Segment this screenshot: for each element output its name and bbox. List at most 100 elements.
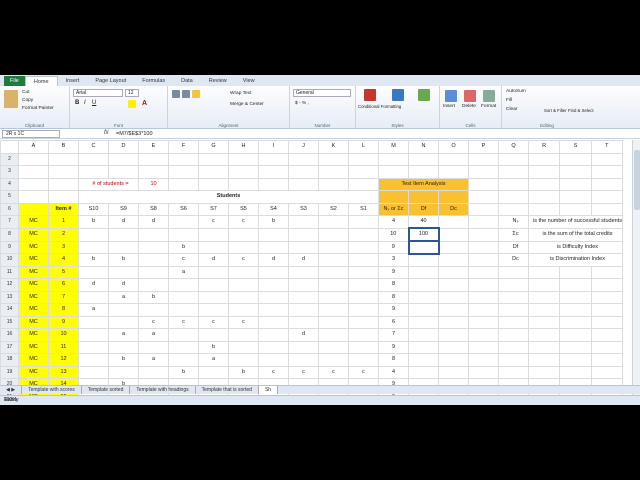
answer-cell[interactable]: d <box>108 215 139 229</box>
column-header[interactable]: R <box>527 140 561 154</box>
answer-cell[interactable] <box>78 328 109 342</box>
answer-cell[interactable] <box>228 328 259 342</box>
column-header[interactable]: C <box>78 140 109 154</box>
analysis-title[interactable]: Test Item Analysis <box>378 177 469 191</box>
cell[interactable] <box>468 165 499 179</box>
answer-cell[interactable] <box>228 265 259 279</box>
cell[interactable] <box>498 353 529 367</box>
format-cells-icon[interactable] <box>483 90 495 102</box>
answer-cell[interactable] <box>258 278 289 292</box>
column-header[interactable]: I <box>258 140 289 154</box>
answer-cell[interactable] <box>348 278 379 292</box>
ns-cell[interactable]: 7 <box>378 328 409 342</box>
answer-cell[interactable] <box>168 227 199 242</box>
merge-center-button[interactable]: Merge & Center <box>230 102 264 107</box>
answer-cell[interactable] <box>198 240 229 254</box>
df-cell[interactable] <box>408 340 439 354</box>
insert-button[interactable]: Insert <box>443 104 455 109</box>
cell[interactable] <box>468 328 499 342</box>
answer-cell[interactable] <box>258 265 289 279</box>
cell[interactable] <box>559 328 592 342</box>
cell[interactable] <box>498 328 529 342</box>
dc-cell[interactable] <box>438 290 469 304</box>
answer-cell[interactable] <box>228 353 259 367</box>
column-header[interactable]: H <box>228 140 259 154</box>
sheet-nav-arrows[interactable]: ◀ ▶ <box>0 386 23 394</box>
cell[interactable] <box>527 365 561 379</box>
cell[interactable] <box>527 165 561 179</box>
select-all-corner[interactable] <box>0 140 19 154</box>
answer-cell[interactable] <box>108 227 139 242</box>
cell[interactable] <box>559 278 592 292</box>
answer-cell[interactable]: c <box>228 215 259 229</box>
copy-button[interactable]: Copy <box>22 98 33 103</box>
answer-cell[interactable] <box>198 278 229 292</box>
cell[interactable] <box>590 265 623 279</box>
cell[interactable] <box>559 202 592 216</box>
fill-color-icon[interactable] <box>128 100 136 108</box>
answer-cell[interactable]: a <box>198 353 229 367</box>
column-header[interactable]: P <box>468 140 499 154</box>
df-cell[interactable] <box>408 278 439 292</box>
students-header[interactable]: Students <box>78 190 379 204</box>
item-type-cell[interactable]: MC <box>18 353 49 367</box>
cell[interactable] <box>498 340 529 354</box>
align-bottom-icon[interactable] <box>192 90 200 98</box>
answer-cell[interactable] <box>348 253 379 267</box>
cell[interactable] <box>468 278 499 292</box>
answer-cell[interactable] <box>288 240 319 254</box>
align-middle-icon[interactable] <box>182 90 190 98</box>
cell[interactable] <box>18 202 49 216</box>
fx-icon[interactable]: fx <box>104 130 109 136</box>
df-cell[interactable] <box>408 353 439 367</box>
row-header[interactable]: 3 <box>0 165 19 179</box>
answer-cell[interactable] <box>198 365 229 379</box>
answer-cell[interactable] <box>258 303 289 317</box>
cell[interactable] <box>498 365 529 379</box>
cell[interactable] <box>468 340 499 354</box>
column-header[interactable]: J <box>288 140 319 154</box>
underline-button[interactable]: U <box>92 100 96 106</box>
cell[interactable] <box>48 177 79 191</box>
answer-cell[interactable] <box>228 303 259 317</box>
answer-cell[interactable] <box>318 303 349 317</box>
cell[interactable] <box>258 152 289 166</box>
conditional-formatting-button[interactable]: Conditional Formatting <box>358 104 401 109</box>
dc-cell[interactable] <box>438 303 469 317</box>
student-header[interactable]: S8 <box>138 202 169 216</box>
cell[interactable] <box>498 278 529 292</box>
formula-input[interactable]: =M7/$E$3*100 <box>116 130 153 138</box>
answer-cell[interactable] <box>108 340 139 354</box>
answer-cell[interactable] <box>258 353 289 367</box>
cell[interactable] <box>288 152 319 166</box>
cell[interactable] <box>559 353 592 367</box>
ns-cell[interactable]: 6 <box>378 315 409 329</box>
cell[interactable] <box>590 190 623 204</box>
df-cell[interactable] <box>408 365 439 379</box>
answer-cell[interactable] <box>348 290 379 304</box>
item-number-cell[interactable]: 4 <box>48 253 79 267</box>
column-header[interactable]: F <box>168 140 199 154</box>
answer-cell[interactable]: b <box>108 353 139 367</box>
format-button[interactable]: Format <box>481 104 496 109</box>
cell[interactable] <box>590 152 623 166</box>
paste-icon[interactable] <box>4 90 18 108</box>
answer-cell[interactable]: b <box>168 240 199 254</box>
answer-cell[interactable]: a <box>138 328 169 342</box>
df-cell[interactable]: 40 <box>408 215 439 229</box>
cell[interactable] <box>468 202 499 216</box>
cell[interactable] <box>258 177 289 191</box>
align-top-icon[interactable] <box>172 90 180 98</box>
cell[interactable] <box>468 353 499 367</box>
font-size-select[interactable]: 12 <box>125 89 139 97</box>
answer-cell[interactable]: d <box>288 253 319 267</box>
cell[interactable] <box>559 290 592 304</box>
item-number-cell[interactable]: 2 <box>48 227 79 242</box>
answer-cell[interactable] <box>168 353 199 367</box>
answer-cell[interactable]: a <box>168 265 199 279</box>
dc-cell[interactable] <box>438 240 469 254</box>
cell[interactable] <box>408 165 439 179</box>
item-number-cell[interactable]: 1 <box>48 215 79 229</box>
answer-cell[interactable] <box>108 303 139 317</box>
answer-cell[interactable]: d <box>108 278 139 292</box>
